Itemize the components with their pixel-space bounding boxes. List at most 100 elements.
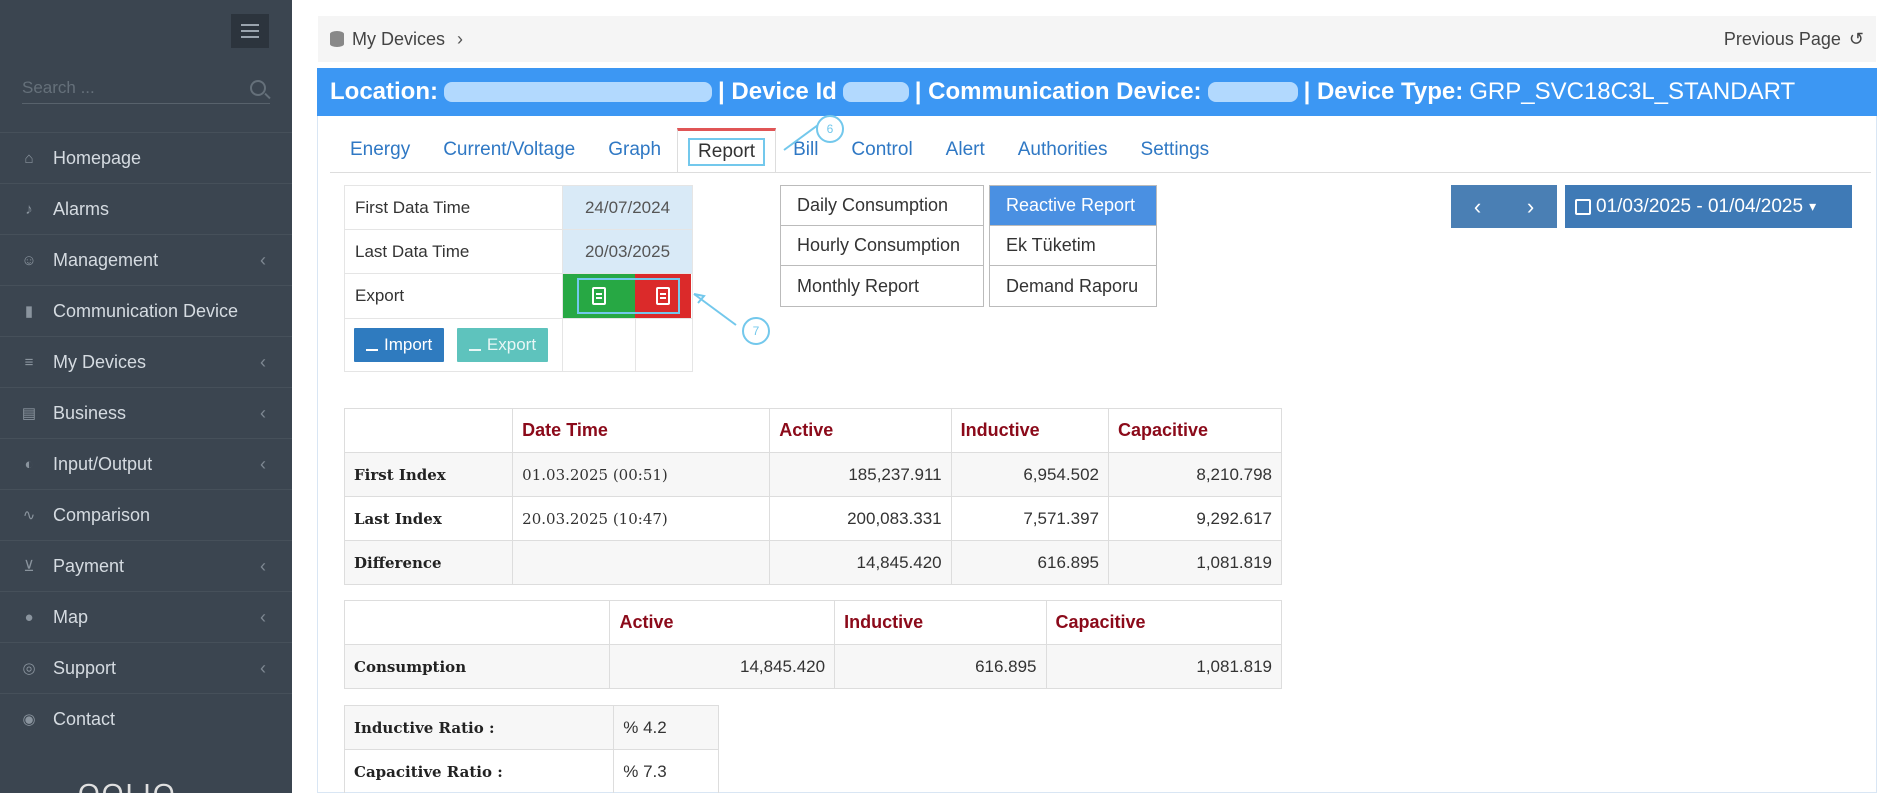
tab-settings[interactable]: Settings: [1124, 128, 1226, 172]
previous-page-link[interactable]: Previous Page ↺: [1724, 29, 1864, 50]
sidebar-item-homepage[interactable]: ⌂ Homepage: [0, 132, 292, 183]
export-highlight: [577, 278, 680, 314]
sidebar-item-label: Map: [53, 606, 89, 627]
column-header: Capacitive: [1045, 600, 1283, 645]
import-export-cell: Import Export: [344, 318, 563, 372]
tab-authorities[interactable]: Authorities: [1001, 128, 1124, 172]
ratio-value: % 4.2: [613, 705, 719, 750]
tab-control[interactable]: Control: [834, 128, 928, 172]
calendar-icon: [1575, 198, 1591, 215]
column-header: Date Time: [512, 408, 771, 453]
report-monthly-report[interactable]: Monthly Report: [781, 266, 983, 306]
report-daily-consumption[interactable]: Daily Consumption: [781, 186, 983, 226]
prev-period-button[interactable]: ‹: [1451, 185, 1504, 228]
table-row: Capacitive Ratio :% 7.3: [343, 749, 719, 793]
database-icon: [330, 31, 344, 47]
sidebar-item-label: Payment: [53, 555, 125, 576]
chevron-left-icon: ‹: [260, 657, 266, 678]
chevron-right-icon: ›: [457, 28, 464, 49]
table-row: Last Index 20.03.2025 (10:47) 200,083.331 7…: [343, 496, 1283, 541]
tab-current-voltage[interactable]: Current/Voltage: [426, 128, 591, 172]
sidebar-item-map[interactable]: ● Map ‹: [0, 591, 292, 642]
table-row: Difference 14,845.420 616.895 1,081.819: [343, 540, 1283, 585]
bell-icon: ♪: [25, 200, 33, 218]
period-nav: ‹ ›: [1451, 185, 1557, 228]
next-period-button[interactable]: ›: [1504, 185, 1557, 228]
support-icon: ◎: [22, 660, 36, 677]
menu-toggle-button[interactable]: [231, 14, 269, 48]
sidebar-item-label: Support: [53, 657, 117, 678]
tab-report[interactable]: Report: [677, 128, 777, 172]
report-reactive-report[interactable]: Reactive Report: [990, 186, 1156, 226]
table-cell: 6,954.502: [950, 452, 1109, 497]
refresh-icon: ↺: [1848, 28, 1864, 49]
report-ek-t-ketim[interactable]: Ek Tüketim: [990, 226, 1156, 266]
sidebar-item-management[interactable]: ☺ Management ‹: [0, 234, 292, 285]
tab-label: Report: [688, 137, 766, 166]
users-icon: ☺: [21, 251, 37, 269]
sidebar-item-business[interactable]: ▤ Business ‹: [0, 387, 292, 438]
consumption-table: Active Inductive Capacitive Consumption 14,8…: [343, 600, 1283, 689]
tab-graph[interactable]: Graph: [591, 128, 677, 172]
ratio-label: Inductive Ratio :: [343, 705, 615, 750]
sidebar-item-alarms[interactable]: ♪ Alarms: [0, 183, 292, 234]
column-header: [343, 408, 514, 453]
device-id-label: | Device Id: [718, 78, 837, 105]
sidebar-item-comparison[interactable]: ∿ Comparison: [0, 489, 292, 540]
report-hourly-consumption[interactable]: Hourly Consumption: [781, 226, 983, 266]
breadcrumb-my-devices[interactable]: My Devices: [352, 29, 445, 50]
table-header-row: Date Time Active Inductive Capacitive: [343, 408, 1283, 453]
map-pin-icon: ●: [24, 608, 34, 626]
callout-7: 7: [742, 317, 770, 345]
chevron-left-icon: ‹: [260, 606, 266, 627]
table-header-row: Active Inductive Capacitive: [343, 600, 1283, 645]
tab-label: Energy: [350, 139, 411, 160]
export-button-label: Export: [486, 335, 537, 354]
sidebar-item-input-output[interactable]: ◐ Input/Output ‹: [0, 438, 292, 489]
last-data-time-value: 20/03/2025: [562, 229, 693, 274]
sidebar-item-label: Comparison: [53, 504, 151, 525]
table-cell: Last Index: [343, 496, 514, 541]
table-cell: 616.895: [950, 540, 1109, 585]
download-icon: [366, 339, 378, 351]
data-time-table: First Data Time 24/07/2024 Last Data Tim…: [344, 185, 693, 372]
export-buttons-cell: [562, 273, 693, 319]
import-button-label: Import: [384, 335, 433, 354]
globe-icon: ◉: [22, 711, 36, 728]
sidebar-item-contact[interactable]: ◉ Contact: [0, 693, 292, 744]
tab-label: Settings: [1140, 139, 1210, 160]
sidebar-item-payment[interactable]: ⊻ Payment ‹: [0, 540, 292, 591]
home-icon: ⌂: [24, 149, 34, 167]
table-row: Consumption 14,845.420 616.895 1,081.819: [343, 644, 1283, 689]
column-header: Active: [769, 408, 952, 453]
search-icon[interactable]: [250, 80, 266, 96]
database-icon: ≡: [24, 353, 34, 371]
sidebar-item-support[interactable]: ◎ Support ‹: [0, 642, 292, 693]
tab-label: Graph: [608, 139, 662, 160]
tab-energy[interactable]: Energy: [333, 128, 426, 172]
date-range-picker[interactable]: 01/03/2025 - 01/04/2025 ▾: [1565, 185, 1852, 228]
breadcrumb: My Devices ›: [330, 29, 463, 50]
callout-6: 6: [816, 115, 844, 143]
sidebar-item-label: Communication Device: [53, 300, 239, 321]
search-input[interactable]: [22, 74, 237, 102]
tab-divider: [330, 172, 1871, 173]
chevron-left-icon: ‹: [260, 249, 266, 270]
report-demand-raporu[interactable]: Demand Raporu: [990, 266, 1156, 306]
redacted-comm-device: [1207, 82, 1298, 102]
last-data-time-label: Last Data Time: [344, 229, 563, 274]
tab-label: Control: [851, 139, 913, 160]
ratio-table: Inductive Ratio :% 4.2 Capacitive Ratio :…: [343, 705, 719, 793]
chevron-left-icon: ‹: [260, 453, 266, 474]
sidebar-item-my-devices[interactable]: ≡ My Devices ‹: [0, 336, 292, 387]
sidebar-item-communication-device[interactable]: ▮ Communication Device: [0, 285, 292, 336]
table-cell: 20.03.2025 (10:47): [512, 496, 771, 541]
export-button[interactable]: Export: [456, 328, 549, 362]
tab-alert[interactable]: Alert: [929, 128, 1001, 172]
report-list-right: Reactive Report Ek Tüketim Demand Raporu: [989, 185, 1157, 307]
device-title-bar: Location: | Device Id | Communication De…: [317, 68, 1877, 116]
tab-label: Alert: [945, 139, 985, 160]
import-button[interactable]: Import: [354, 328, 445, 362]
table-cell: 9,292.617: [1107, 496, 1283, 541]
column-header: [343, 600, 611, 645]
